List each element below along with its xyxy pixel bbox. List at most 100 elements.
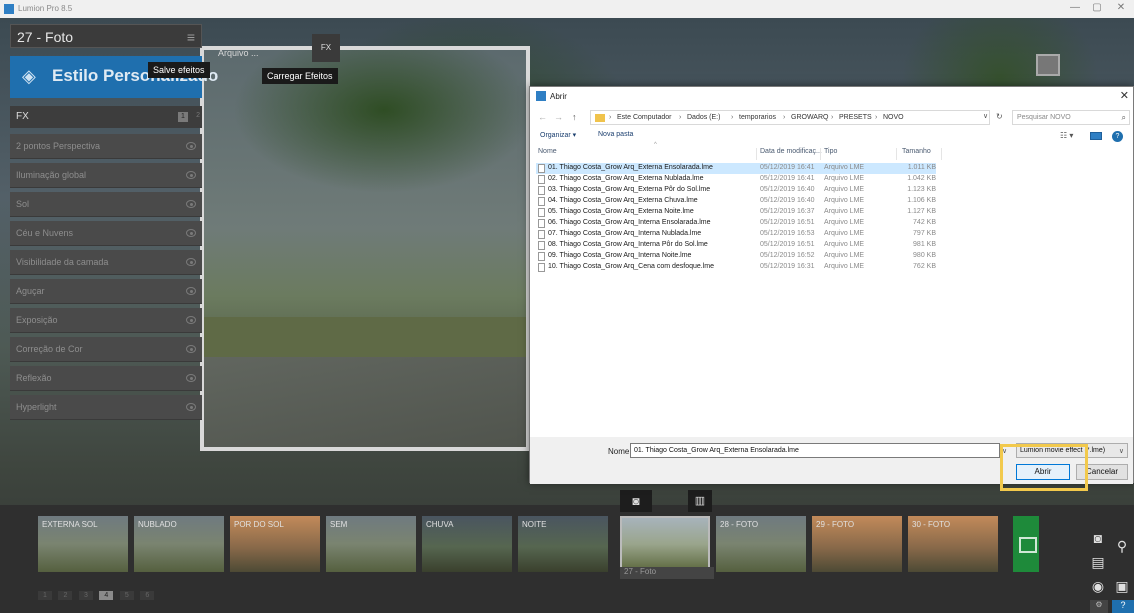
column-size[interactable]: Tamanho: [902, 148, 931, 155]
load-effects-tooltip[interactable]: Carregar Efeitos: [262, 68, 338, 84]
address-bar[interactable]: › Este Computador › Dados (E:) › tempora…: [590, 110, 990, 125]
effect-item[interactable]: Iluminação global: [10, 163, 202, 188]
effect-thumbnail[interactable]: CHUVA: [422, 516, 512, 572]
close-window-button[interactable]: ✕: [1114, 2, 1128, 13]
view-options-icon[interactable]: ☷ ▾: [1060, 131, 1073, 140]
back-icon[interactable]: ←: [538, 112, 547, 122]
effect-thumbnail[interactable]: POR DO SOL: [230, 516, 320, 572]
page-button[interactable]: 1: [38, 591, 52, 600]
photo-thumbnail[interactable]: 28 - Foto: [716, 516, 806, 572]
eye-icon[interactable]: [186, 374, 196, 382]
breadcrumb-separator: ›: [731, 114, 734, 121]
organize-button[interactable]: Organizar ▾: [540, 131, 576, 139]
walk-icon[interactable]: ⚲: [1111, 535, 1133, 557]
file-row[interactable]: 03. Thiago Costa_Grow Arq_Externa Pôr do…: [536, 185, 936, 196]
effect-item[interactable]: Reflexão: [10, 366, 202, 391]
eye-icon[interactable]: [186, 258, 196, 266]
eye-icon[interactable]: [186, 171, 196, 179]
new-folder-button[interactable]: Nova pasta: [598, 131, 633, 138]
photo-mode-icon[interactable]: ◙: [1087, 527, 1109, 549]
breadcrumb-item[interactable]: PRESETS: [839, 114, 872, 121]
effect-item[interactable]: Visibilidade da camada: [10, 250, 202, 275]
search-box[interactable]: Pesquisar NOVO ⌕: [1012, 110, 1130, 125]
page-button-current[interactable]: 4: [99, 591, 114, 600]
fx-page-2[interactable]: 2: [196, 112, 200, 119]
dialog-title: Abrir: [550, 92, 567, 101]
eye-icon[interactable]: [186, 200, 196, 208]
eye-icon[interactable]: [186, 142, 196, 150]
file-row[interactable]: 10. Thiago Costa_Grow Arq_Cena com desfo…: [536, 262, 936, 273]
column-date[interactable]: Data de modificaç...: [760, 148, 822, 155]
minimize-button[interactable]: —: [1068, 2, 1082, 13]
eye-icon[interactable]: [186, 229, 196, 237]
column-divider[interactable]: [896, 148, 897, 160]
file-type: Arquivo LME: [824, 186, 865, 193]
effect-item[interactable]: Exposição: [10, 308, 202, 333]
eye-icon[interactable]: [186, 345, 196, 353]
effect-item[interactable]: 2 pontos Perspectiva: [10, 134, 202, 159]
file-row[interactable]: 07. Thiago Costa_Grow Arq_Interna Nublad…: [536, 229, 936, 240]
trash-icon[interactable]: ▥: [688, 490, 712, 512]
effect-thumbnail[interactable]: NOITE: [518, 516, 608, 572]
breadcrumb-item[interactable]: GROWARQ: [791, 114, 828, 121]
breadcrumb-item[interactable]: NOVO: [883, 114, 904, 121]
effect-thumbnail[interactable]: EXTERNA SOL: [38, 516, 128, 572]
fx-effects-icon[interactable]: FX: [312, 34, 340, 62]
effect-item[interactable]: Céu e Nuvens: [10, 221, 202, 246]
breadcrumb-item[interactable]: Dados (E:): [687, 114, 720, 121]
file-row[interactable]: 02. Thiago Costa_Grow Arq_Externa Nublad…: [536, 174, 936, 185]
selected-thumbnail[interactable]: [620, 516, 710, 572]
page-button[interactable]: 6: [140, 591, 155, 600]
file-row[interactable]: 05. Thiago Costa_Grow Arq_Externa Noite.…: [536, 207, 936, 218]
effect-item[interactable]: Aguçar: [10, 279, 202, 304]
file-row[interactable]: 04. Thiago Costa_Grow Arq_Externa Chuva.…: [536, 196, 936, 207]
file-type: Arquivo LME: [824, 164, 865, 171]
file-row-selected[interactable]: 01. Thiago Costa_Grow Arq_Externa Ensola…: [536, 163, 936, 174]
filename-input[interactable]: 01. Thiago Costa_Grow Arq_Externa Ensola…: [630, 443, 1000, 458]
effect-item[interactable]: Correção de Cor: [10, 337, 202, 362]
eye-icon[interactable]: [186, 287, 196, 295]
panorama-icon[interactable]: ◉: [1087, 575, 1109, 597]
breadcrumb-item[interactable]: Este Computador: [617, 114, 671, 121]
file-row[interactable]: 08. Thiago Costa_Grow Arq_Interna Pôr do…: [536, 240, 936, 251]
refresh-icon[interactable]: ↻: [996, 112, 1003, 121]
effect-item[interactable]: Sol: [10, 192, 202, 217]
maximize-button[interactable]: ▢: [1090, 2, 1104, 13]
photo-thumbnail[interactable]: 29 - Foto: [812, 516, 902, 572]
help-button[interactable]: ?: [1112, 600, 1134, 613]
dialog-close-icon[interactable]: ✕: [1120, 89, 1129, 102]
forward-icon[interactable]: →: [554, 112, 563, 122]
effect-thumbnail[interactable]: NUBLADO: [134, 516, 224, 572]
eye-icon[interactable]: [186, 403, 196, 411]
page-button[interactable]: 3: [78, 591, 93, 600]
column-name[interactable]: Nome: [538, 148, 557, 155]
help-icon[interactable]: ?: [1112, 131, 1123, 142]
arquivo-label[interactable]: Arquivo ...: [218, 48, 259, 58]
fx-page-1[interactable]: 1: [178, 112, 188, 122]
effect-item[interactable]: Hyperlight: [10, 395, 202, 420]
save-effects-tooltip[interactable]: Salve efeitos: [148, 62, 210, 78]
settings-icon[interactable]: ⚙: [1090, 600, 1108, 613]
page-button[interactable]: 5: [119, 591, 134, 600]
column-type[interactable]: Tipo: [824, 148, 837, 155]
camera-icon[interactable]: ◙: [620, 490, 652, 512]
preview-toggle-icon[interactable]: [1036, 54, 1060, 76]
add-photo-button[interactable]: [1013, 516, 1039, 572]
effect-thumbnail[interactable]: SEM: [326, 516, 416, 572]
breadcrumb-item[interactable]: temporarios: [739, 114, 776, 121]
column-divider[interactable]: [820, 148, 821, 160]
file-row[interactable]: 06. Thiago Costa_Grow Arq_Interna Ensola…: [536, 218, 936, 229]
save-icon[interactable]: ▣: [1111, 575, 1133, 597]
page-button[interactable]: 2: [58, 591, 73, 600]
column-divider[interactable]: [756, 148, 757, 160]
history-dropdown-icon[interactable]: ∨: [983, 112, 988, 120]
photo-title-bar: 27 - Foto ≡: [10, 24, 202, 48]
photo-thumbnail[interactable]: 30 - Foto: [908, 516, 998, 572]
movie-mode-icon[interactable]: ▤: [1087, 551, 1109, 573]
menu-icon[interactable]: ≡: [187, 29, 195, 45]
eye-icon[interactable]: [186, 316, 196, 324]
up-icon[interactable]: ↑: [572, 112, 577, 122]
file-row[interactable]: 09. Thiago Costa_Grow Arq_Interna Noite.…: [536, 251, 936, 262]
preview-pane-icon[interactable]: [1090, 132, 1102, 140]
column-divider[interactable]: [941, 148, 942, 160]
